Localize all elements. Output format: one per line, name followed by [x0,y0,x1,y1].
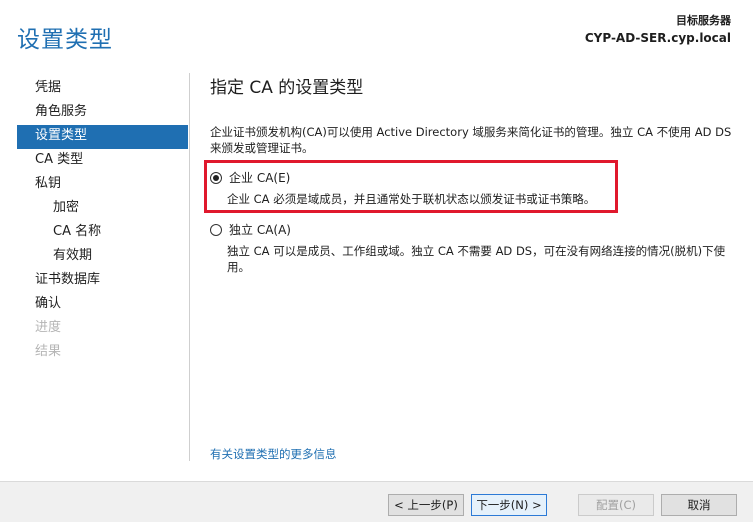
standalone-ca-description: 独立 CA 可以是成员、工作组或域。独立 CA 不需要 AD DS，可在没有网络… [227,244,726,274]
nav-item-progress: 进度 [35,320,62,335]
standalone-ca-option[interactable]: 独立 CA(A) 独立 CA 可以是成员、工作组或域。独立 CA 不需要 AD … [210,221,732,275]
target-server-value: CYP-AD-SER.cyp.local [584,31,731,45]
nav-item-confirmation[interactable]: 确认 [17,293,188,317]
cancel-button[interactable]: 取消 [661,494,737,516]
nav-item-ca-type[interactable]: CA 类型 [17,149,188,173]
nav-item-role-services[interactable]: 角色服务 [17,101,188,125]
nav-item-private-key[interactable]: 私钥 [17,173,188,197]
wizard-nav: 凭据 角色服务 设置类型 CA 类型 私钥 加密 CA 名称 有效期 证书数据库… [17,77,188,365]
nav-item-ca-name[interactable]: CA 名称 [17,221,188,245]
nav-item-results: 结果 [35,344,62,359]
main-content: 指定 CA 的设置类型 企业证书颁发机构(CA)可以使用 Active Dire… [210,73,732,156]
configure-button: 配置(C) [578,494,654,516]
more-info-link[interactable]: 有关设置类型的更多信息 [210,446,337,462]
nav-item-setup-type[interactable]: 设置类型 [17,125,188,149]
next-button[interactable]: 下一步(N) > [471,494,547,516]
nav-divider [189,73,190,461]
target-server-label: 目标服务器 [676,14,731,27]
nav-item-credentials[interactable]: 凭据 [17,77,188,101]
standalone-ca-label[interactable]: 独立 CA(A) [229,221,291,238]
selection-highlight-box [204,160,618,213]
wizard-footer: < 上一步(P) 下一步(N) > 配置(C) 取消 [0,481,753,522]
nav-item-certificate-database[interactable]: 证书数据库 [17,269,188,293]
section-title: 指定 CA 的设置类型 [210,78,364,98]
page-title: 设置类型 [17,27,113,53]
setup-type-description: 企业证书颁发机构(CA)可以使用 Active Directory 域服务来简化… [210,125,732,155]
previous-button[interactable]: < 上一步(P) [388,494,464,516]
nav-item-cryptography[interactable]: 加密 [17,197,188,221]
standalone-ca-radio[interactable] [210,223,222,236]
nav-item-validity-period[interactable]: 有效期 [17,245,188,269]
